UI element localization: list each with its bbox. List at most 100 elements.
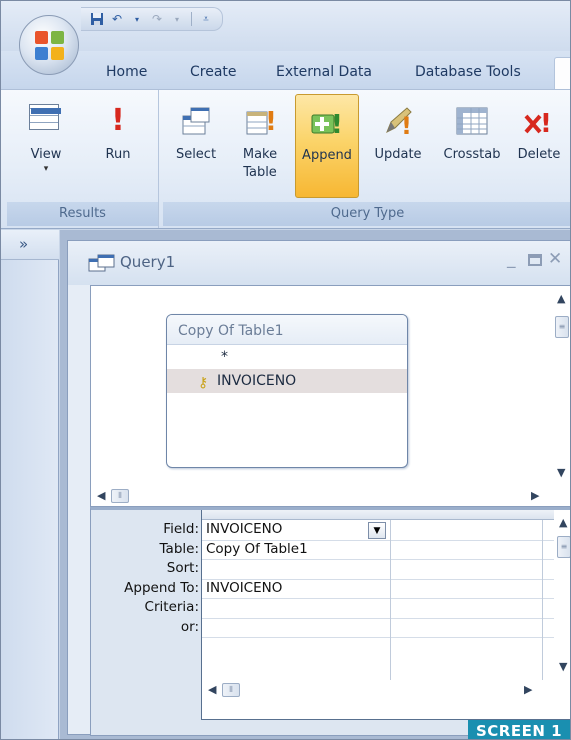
grid-table-cell[interactable]: Copy Of Table1 (202, 540, 390, 560)
run-exclamation-icon: ! (111, 103, 125, 138)
tab-database-tools[interactable]: Database Tools (415, 59, 521, 85)
scroll-right-icon[interactable]: ▶ (531, 489, 539, 502)
work-area: Query1 _ ✕ Copy Of Table1 * ⚷ INVOICENO (60, 230, 570, 739)
nav-pane-toggle[interactable]: » (1, 230, 59, 260)
scroll-down-icon[interactable]: ▼ (559, 660, 567, 673)
scrollbar-thumb[interactable]: ⦀ (111, 489, 129, 503)
update-pencil-icon: ! (381, 104, 415, 140)
query-title: Query1 (120, 253, 176, 271)
row-label-sort: Sort: (166, 560, 199, 576)
qat-divider (191, 12, 192, 26)
table-field-list-title: Copy Of Table1 (167, 315, 407, 345)
view-label: View (30, 147, 62, 162)
make-table-label: Make Table (242, 147, 278, 180)
run-button[interactable]: ! Run (85, 94, 151, 198)
results-group-label: Results (7, 202, 158, 226)
chevron-down-icon[interactable]: ▾ (169, 11, 185, 27)
append-label: Append (302, 148, 352, 163)
tab-home[interactable]: Home (106, 59, 147, 85)
grid-sort-cell[interactable] (202, 559, 390, 579)
datasheet-view-icon (29, 104, 63, 138)
crosstab-icon (455, 104, 489, 138)
results-group: View ▾ ! Run Results (7, 90, 159, 228)
grid-append-to-cell[interactable]: INVOICENO (202, 579, 390, 599)
chevron-down-icon[interactable]: ▾ (129, 11, 145, 27)
design-grid: INVOICENO ▼ Copy Of Table1 INVOICENO ▲ ≡… (201, 510, 570, 720)
tab-external-data[interactable]: External Data (276, 59, 372, 85)
ribbon: View ▾ ! Run Results Select ! Make Table… (1, 89, 570, 229)
make-table-query-button[interactable]: ! Make Table (231, 94, 289, 198)
scrollbar-thumb[interactable]: ≡ (557, 536, 570, 558)
maximize-icon[interactable] (528, 251, 542, 271)
scroll-down-icon[interactable]: ▼ (557, 466, 565, 479)
field-invoiceno[interactable]: ⚷ INVOICENO (167, 369, 407, 393)
save-icon[interactable] (89, 11, 105, 27)
svg-text:!: ! (265, 107, 277, 137)
delete-query-icon: ! (522, 104, 556, 139)
table-field-list[interactable]: Copy Of Table1 * ⚷ INVOICENO (166, 314, 408, 468)
customize-qat-icon[interactable]: ⩡ (198, 11, 214, 27)
make-table-icon: ! (243, 104, 277, 138)
delete-query-button[interactable]: ! Delete (509, 94, 569, 198)
quick-access-toolbar: ↶ ▾ ↷ ▾ ⩡ (81, 7, 223, 31)
row-label-field: Field: (163, 521, 199, 537)
query-type-group-label: Query Type (163, 202, 570, 226)
grid-horizontal-scrollbar[interactable]: ◀ ⦀ ▶ (202, 680, 554, 700)
query-type-group: Select ! Make Table ! Append ! Update Cr… (163, 90, 570, 228)
scroll-right-icon[interactable]: ▶ (524, 683, 532, 696)
scroll-left-icon[interactable]: ◀ (97, 489, 105, 502)
svg-text:!: ! (401, 112, 412, 138)
tab-create[interactable]: Create (190, 59, 237, 85)
grid-criteria-cell[interactable] (202, 598, 390, 618)
field-all[interactable]: * (167, 345, 407, 369)
append-query-button[interactable]: ! Append (295, 94, 359, 198)
crosstab-label: Crosstab (443, 147, 501, 162)
scroll-up-icon[interactable]: ▲ (559, 516, 567, 529)
select-query-icon (179, 104, 213, 138)
column-selector[interactable] (202, 510, 570, 520)
grid-row-labels: Field: Table: Sort: Append To: Criteria:… (91, 520, 201, 637)
scroll-up-icon[interactable]: ▲ (557, 292, 565, 305)
scrollbar-thumb[interactable]: ⦀ (222, 683, 240, 697)
run-label: Run (105, 147, 131, 162)
row-label-criteria: Criteria: (144, 599, 199, 615)
query-window: Query1 _ ✕ Copy Of Table1 * ⚷ INVOICENO (67, 240, 570, 736)
grid-vertical-scrollbar[interactable]: ▲ ≡ ▼ (554, 510, 570, 680)
grid-or-cell[interactable] (202, 618, 390, 638)
view-button[interactable]: View ▾ (13, 94, 79, 198)
grid-field-cell[interactable]: INVOICENO (202, 520, 367, 540)
query-icon (88, 254, 116, 272)
update-label: Update (374, 147, 422, 162)
redo-icon[interactable]: ↷ (149, 11, 165, 27)
svg-text:!: ! (540, 109, 552, 138)
row-label-table: Table: (159, 540, 199, 557)
navigation-pane: » (1, 230, 59, 739)
office-button[interactable] (19, 15, 79, 75)
scrollbar-thumb[interactable]: ≡ (555, 316, 569, 338)
minimize-icon[interactable]: _ (507, 249, 516, 269)
table-pane: Copy Of Table1 * ⚷ INVOICENO ▲ ≡ ▼ ◀ ⦀ ▶ (90, 285, 570, 507)
primary-key-icon: ⚷ (198, 375, 209, 391)
undo-icon[interactable]: ↶ (109, 11, 125, 27)
select-query-button[interactable]: Select (167, 94, 225, 198)
chevron-down-icon[interactable]: ▾ (13, 164, 79, 174)
row-label-or: or: (180, 618, 199, 635)
svg-text:!: ! (331, 110, 343, 139)
query-title-bar: Query1 _ ✕ (68, 241, 570, 285)
office-logo-icon (35, 31, 65, 61)
chevron-down-icon[interactable]: ▼ (368, 522, 386, 539)
title-bar: ↶ ▾ ↷ ▾ ⩡ (1, 1, 570, 51)
scroll-left-icon[interactable]: ◀ (208, 683, 216, 696)
close-icon[interactable]: ✕ (548, 249, 562, 269)
update-query-button[interactable]: ! Update (363, 94, 433, 198)
select-label: Select (175, 147, 217, 162)
ribbon-tabs: Home Create External Data Database Tools (1, 51, 570, 89)
crosstab-query-button[interactable]: Crosstab (437, 94, 507, 198)
access-window: ↶ ▾ ↷ ▾ ⩡ Home Create External Data Data… (0, 0, 571, 740)
screen-badge: SCREEN 1 (468, 720, 570, 739)
tab-design-edge[interactable] (554, 57, 570, 89)
table-pane-vertical-scrollbar[interactable]: ▲ ≡ ▼ (552, 286, 570, 486)
row-label-append-to: Append To: (124, 579, 199, 596)
append-query-icon: ! (310, 105, 344, 140)
table-pane-horizontal-scrollbar[interactable]: ◀ ⦀ ▶ (91, 486, 553, 506)
